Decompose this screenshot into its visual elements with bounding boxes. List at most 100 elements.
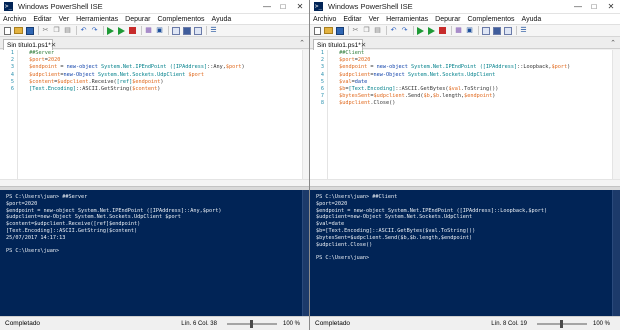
remote-powershell-button[interactable]: ▦	[454, 26, 463, 35]
run-selection-button[interactable]	[117, 26, 126, 35]
code-area[interactable]: ##Client $port=2020 $endpoint = new-obje…	[336, 50, 610, 108]
console-pane[interactable]: PS C:\Users\juan> ##Client $port=2020 $end…	[310, 190, 620, 316]
menu-ayuda[interactable]: Ayuda	[212, 16, 232, 23]
code-token: $port	[225, 64, 242, 71]
show-script-max-button[interactable]	[193, 26, 202, 35]
zoom-slider[interactable]	[226, 319, 277, 328]
menu-herramientas[interactable]: Herramientas	[76, 16, 118, 23]
code-token: .ToString())	[460, 85, 499, 92]
run-selection-button[interactable]	[427, 26, 436, 35]
code-token: new-object	[376, 64, 408, 71]
fold-margin	[327, 50, 328, 186]
code-line: $bytesSent=$udpclient.Send($b,$b.length,…	[336, 93, 610, 100]
minimize-button[interactable]: —	[570, 0, 586, 14]
script-tab[interactable]: Sin título1.ps1* ✕	[3, 39, 56, 50]
console-vertical-scrollbar[interactable]	[302, 190, 309, 316]
line-number: 3	[10, 64, 14, 71]
script-editor[interactable]: 12345678 ##Client $port=2020 $endpoint =…	[310, 50, 620, 186]
code-area[interactable]: ##Server $port=2020 $endpoint = new-obje…	[26, 50, 300, 93]
tab-close-icon[interactable]: ✕	[51, 41, 56, 49]
commands-button[interactable]: ☰	[519, 26, 528, 35]
paste-button[interactable]: ▤	[373, 26, 382, 35]
code-token: )	[157, 85, 161, 92]
code-token: date	[354, 78, 368, 85]
menu-ver[interactable]: Ver	[59, 16, 70, 23]
undo-button[interactable]: ↶	[389, 26, 398, 35]
cut-button[interactable]: ✂	[351, 26, 360, 35]
save-button[interactable]	[335, 26, 344, 35]
menu-archivo[interactable]: Archivo	[3, 16, 26, 23]
zoom-slider-thumb[interactable]	[560, 319, 564, 328]
close-button[interactable]: ✕	[291, 0, 309, 14]
stop-button[interactable]	[438, 26, 447, 35]
code-line: ##Server	[26, 50, 300, 57]
toolbar-separator	[386, 26, 387, 35]
show-script-top-button[interactable]	[481, 26, 490, 35]
code-token: $udpclient	[336, 71, 371, 78]
menu-ver[interactable]: Ver	[369, 16, 380, 23]
console-line: $udpclient.Close()	[316, 241, 373, 248]
stop-button[interactable]	[128, 26, 137, 35]
zoom-slider-thumb[interactable]	[250, 319, 254, 328]
run-script-button[interactable]	[416, 26, 425, 35]
editor-horizontal-scrollbar[interactable]	[310, 179, 620, 186]
show-script-max-button[interactable]	[503, 26, 512, 35]
remote-icon: ▦	[455, 26, 462, 34]
paste-icon: ▤	[64, 26, 71, 34]
editor-vertical-scrollbar[interactable]	[612, 50, 620, 186]
script-tab[interactable]: Sin título1.ps1* ✕	[313, 39, 366, 50]
maximize-button[interactable]: □	[586, 0, 602, 14]
copy-button[interactable]: ❐	[362, 26, 371, 35]
zoom-slider[interactable]	[536, 319, 587, 328]
console-line: [Text.Encoding]::ASCII.GetString($conten…	[6, 227, 138, 234]
new-file-button[interactable]	[313, 26, 322, 35]
menu-depurar[interactable]: Depurar	[125, 16, 150, 23]
new-file-button[interactable]	[3, 26, 12, 35]
cursor-position: Lín. 6 Col. 38	[181, 320, 217, 327]
remote-powershell-button[interactable]: ▦	[144, 26, 153, 35]
cut-button[interactable]: ✂	[41, 26, 50, 35]
copy-button[interactable]: ❐	[52, 26, 61, 35]
close-button[interactable]: ✕	[602, 0, 620, 14]
open-file-button[interactable]	[324, 26, 333, 35]
status-text: Completado	[5, 320, 41, 327]
run-script-button[interactable]	[106, 26, 115, 35]
code-token: $content	[132, 85, 158, 92]
menu-complementos[interactable]: Complementos	[467, 16, 514, 23]
chevron-up-icon[interactable]: ⌃	[610, 39, 616, 47]
menu-herramientas[interactable]: Herramientas	[386, 16, 428, 23]
undo-icon: ↶	[80, 26, 87, 34]
minimize-button[interactable]: —	[259, 0, 275, 14]
console-line: $endpoint = new-object System.Net.IPEndP…	[316, 207, 548, 214]
menu-editar[interactable]: Editar	[343, 16, 361, 23]
redo-button[interactable]: ↷	[90, 26, 99, 35]
save-button[interactable]	[25, 26, 34, 35]
editor-vertical-scrollbar[interactable]	[302, 50, 309, 186]
show-script-right-button[interactable]	[492, 26, 501, 35]
console-button[interactable]: ▣	[155, 26, 164, 35]
menu-editar[interactable]: Editar	[33, 16, 51, 23]
console-button[interactable]: ▣	[465, 26, 474, 35]
paste-button[interactable]: ▤	[63, 26, 72, 35]
menu-depurar[interactable]: Depurar	[435, 16, 460, 23]
menu-complementos[interactable]: Complementos	[157, 16, 204, 23]
undo-button[interactable]: ↶	[79, 26, 88, 35]
console-pane[interactable]: PS C:\Users\juan> ##Server $port=2020 $end…	[0, 190, 309, 316]
show-script-top-button[interactable]	[171, 26, 180, 35]
run-icon	[417, 26, 424, 35]
tab-close-icon[interactable]: ✕	[361, 41, 366, 49]
menu-ayuda[interactable]: Ayuda	[522, 16, 542, 23]
commands-button[interactable]: ☰	[209, 26, 218, 35]
open-file-button[interactable]	[14, 26, 23, 35]
console-vertical-scrollbar[interactable]	[612, 190, 620, 316]
chevron-up-icon[interactable]: ⌃	[299, 39, 305, 47]
script-editor[interactable]: 123456 ##Server $port=2020 $endpoint = n…	[0, 50, 309, 186]
toolbar-separator	[141, 26, 142, 35]
show-script-right-button[interactable]	[182, 26, 191, 35]
maximize-button[interactable]: □	[275, 0, 291, 14]
status-bar: Completado Lín. 8 Col. 19 100 %	[310, 316, 620, 330]
redo-button[interactable]: ↷	[400, 26, 409, 35]
editor-horizontal-scrollbar[interactable]	[0, 179, 309, 186]
line-number: 6	[10, 85, 14, 92]
menu-archivo[interactable]: Archivo	[313, 16, 336, 23]
